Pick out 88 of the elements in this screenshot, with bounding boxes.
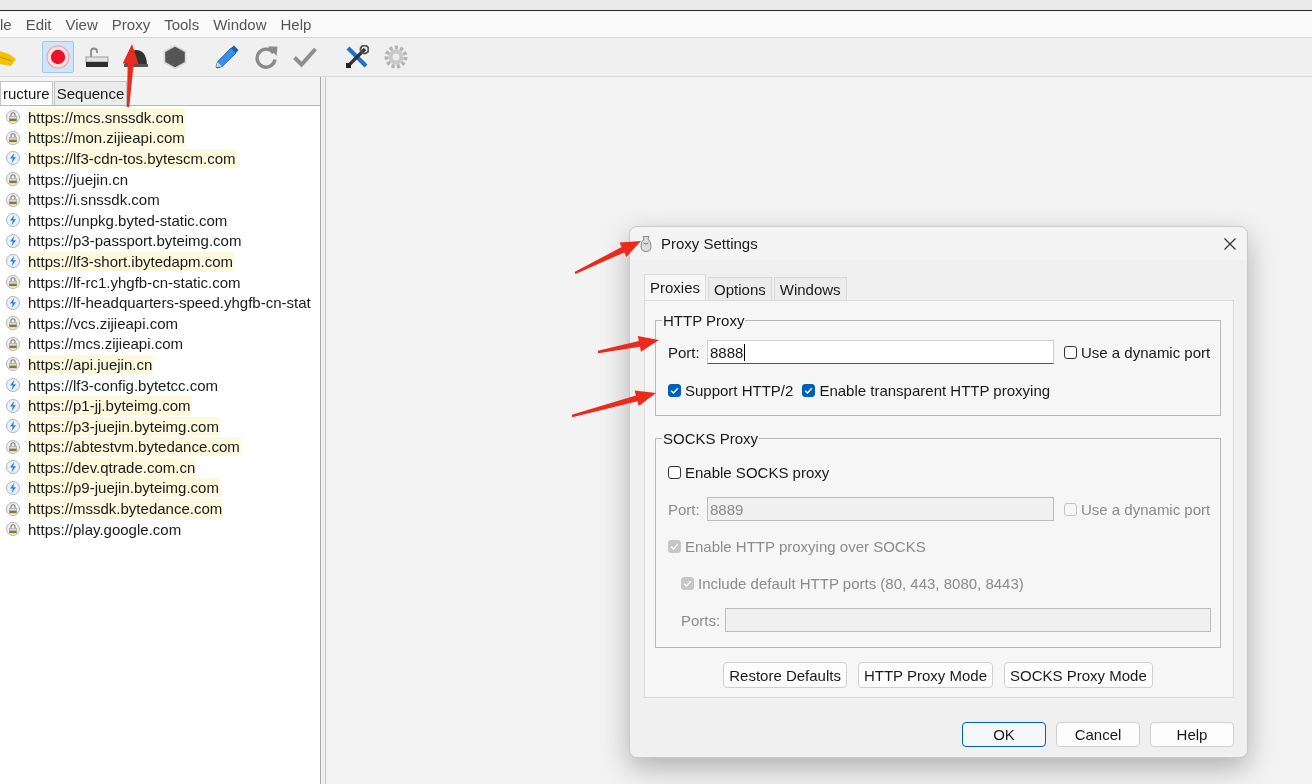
lightning-icon (6, 295, 20, 310)
tab[interactable]: Proxies (644, 274, 707, 300)
lightning-icon (6, 460, 20, 475)
host-item[interactable]: https://lf3-config.bytetcc.com (27, 375, 220, 395)
lightning-icon (6, 151, 20, 166)
checkbox-label[interactable]: Enable SOCKS proxy (685, 463, 830, 481)
lightning-icon (6, 481, 20, 495)
dialog-title: Proxy Settings (661, 235, 759, 252)
lightning-icon (6, 378, 20, 392)
mode-button[interactable]: HTTP Proxy Mode (857, 662, 994, 688)
padlock-icon (6, 357, 20, 372)
refresh-icon[interactable] (254, 45, 278, 69)
group-title: SOCKS Proxy (662, 430, 760, 447)
padlock-icon[interactable] (85, 45, 109, 69)
lightning-icon (6, 419, 20, 434)
annotation-arrow (597, 336, 659, 354)
lightning-icon (6, 254, 20, 269)
padlock-icon (6, 336, 20, 351)
lightning-icon (6, 398, 20, 413)
padlock-icon (6, 275, 20, 290)
tools-icon[interactable] (345, 45, 369, 69)
padlock-icon (6, 522, 20, 537)
host-item[interactable]: https://lf3-short.ibytedapm.com (27, 251, 235, 271)
padlock-icon (6, 192, 20, 207)
host-item[interactable]: https://mcs.snssdk.com (27, 107, 185, 127)
host-item[interactable]: https://mssdk.bytedance.com (27, 499, 224, 519)
lightning-icon (6, 213, 20, 228)
host-item[interactable]: https://unpkg.byted-static.com (27, 210, 229, 230)
host-item[interactable]: https://p1-jj.byteimg.com (27, 396, 192, 416)
vase-icon (640, 235, 652, 252)
host-item[interactable]: https://vcs.zijieapi.com (27, 313, 180, 333)
dialog-button[interactable]: OK (962, 722, 1046, 747)
menu-item[interactable]: le (0, 15, 19, 33)
menu-item[interactable]: Window (206, 15, 274, 33)
host-item[interactable]: https://p3-juejin.byteimg.com (27, 416, 220, 436)
checkbox-label[interactable]: Enable transparent HTTP proxying (819, 381, 1051, 399)
tab[interactable]: Sequence (53, 81, 128, 105)
host-item[interactable]: https://lf-headquarters-speed.yhgfb-cn-stat (27, 293, 312, 313)
close-icon[interactable] (1224, 237, 1236, 250)
group-title: HTTP Proxy (662, 312, 746, 329)
padlock-icon (6, 110, 20, 125)
host-item[interactable]: https://dev.qtrade.com.cn (27, 457, 197, 477)
host-item[interactable]: https://p9-juejin.byteimg.com (27, 478, 220, 498)
text-cursor-icon (744, 343, 746, 361)
menu-item[interactable]: Proxy (104, 15, 158, 33)
pen-icon[interactable] (215, 45, 239, 69)
menu-item[interactable]: Help (273, 15, 319, 33)
port-field[interactable]: 8888 (707, 340, 1054, 364)
padlock-icon (6, 130, 20, 145)
checkbox[interactable] (668, 465, 681, 479)
tab[interactable]: ructure (0, 81, 53, 105)
host-item[interactable]: https://mon.zijieapi.com (27, 128, 186, 148)
host-item[interactable]: https://lf3-cdn-tos.bytescm.com (27, 149, 237, 168)
checkbox[interactable] (668, 383, 681, 397)
padlock-icon (6, 316, 20, 331)
tab[interactable]: Options (708, 277, 772, 300)
hexagon-icon[interactable] (163, 45, 187, 69)
menu-item[interactable]: Edit (18, 15, 59, 33)
host-item[interactable]: https://p3-passport.byteimg.com (27, 231, 243, 251)
host-item[interactable]: https://mcs.zijieapi.com (27, 334, 185, 354)
host-item[interactable]: https://play.google.com (27, 519, 183, 539)
field-label: Ports: (681, 611, 722, 629)
dialog-button[interactable]: Cancel (1056, 722, 1140, 747)
host-item[interactable]: https://i.snssdk.com (27, 190, 161, 210)
checkbox[interactable] (802, 383, 816, 397)
dialog-button[interactable]: Help (1150, 722, 1234, 747)
menu-item[interactable]: View (58, 15, 105, 33)
padlock-icon (6, 439, 20, 454)
host-item[interactable]: https://juejin.cn (27, 169, 130, 189)
padlock-icon (6, 501, 20, 516)
checkbox-label[interactable]: Support HTTP/2 (685, 381, 794, 399)
host-item[interactable]: https://lf-rc1.yhgfb-cn-static.com (27, 272, 242, 292)
tab[interactable]: Windows (773, 277, 847, 300)
mode-button[interactable]: Restore Defaults (723, 662, 847, 688)
mode-button[interactable]: SOCKS Proxy Mode (1004, 662, 1153, 688)
record-icon[interactable] (42, 41, 74, 73)
menu-item[interactable]: Tools (157, 15, 207, 33)
host-item[interactable]: https://abtestvm.bytedance.com (27, 437, 241, 457)
lightning-icon (6, 233, 20, 248)
host-item[interactable]: https://api.juejin.cn (27, 354, 154, 374)
annotation-arrow (122, 44, 139, 108)
padlock-icon (6, 172, 20, 187)
checkbox[interactable] (1064, 345, 1077, 359)
field-label: Port: (668, 343, 701, 361)
annotation-arrow (574, 241, 641, 275)
checkmark-icon[interactable] (293, 45, 317, 69)
field-label: Port: (668, 500, 701, 518)
checkbox-label[interactable]: Use a dynamic port (1081, 343, 1211, 361)
